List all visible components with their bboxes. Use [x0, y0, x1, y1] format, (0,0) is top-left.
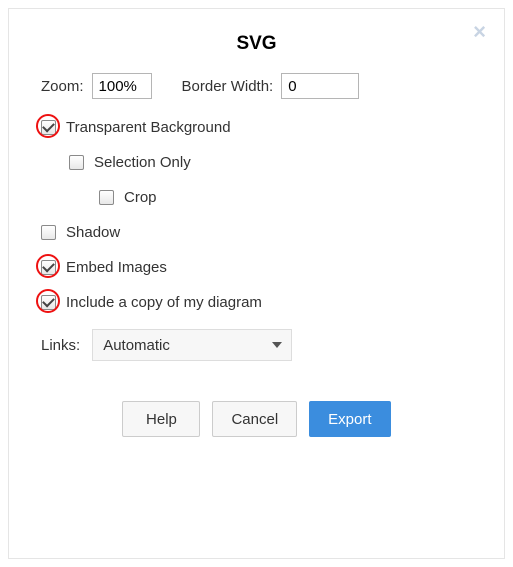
border-width-input[interactable]: [281, 73, 359, 99]
option-label: Embed Images: [66, 259, 167, 276]
checkbox-include-copy[interactable]: [41, 295, 56, 310]
border-width-label: Border Width:: [182, 78, 274, 95]
help-button[interactable]: Help: [122, 401, 200, 437]
cancel-button[interactable]: Cancel: [212, 401, 297, 437]
export-button[interactable]: Export: [309, 401, 390, 437]
option-label: Include a copy of my diagram: [66, 294, 262, 311]
dialog-buttons: Help Cancel Export: [41, 401, 472, 437]
links-select[interactable]: Automatic: [92, 329, 292, 361]
option-label: Selection Only: [94, 154, 191, 171]
option-shadow[interactable]: Shadow: [41, 224, 472, 241]
links-row: Links: Automatic: [41, 329, 472, 361]
top-fields-row: Zoom: Border Width:: [41, 73, 472, 99]
option-label: Shadow: [66, 224, 120, 241]
checkbox-selection-only[interactable]: [69, 155, 84, 170]
close-icon[interactable]: ×: [473, 21, 486, 43]
option-label: Crop: [124, 189, 157, 206]
checkbox-transparent[interactable]: [41, 120, 56, 135]
dialog-title: SVG: [41, 33, 472, 55]
option-label: Transparent Background: [66, 119, 231, 136]
checkbox-shadow[interactable]: [41, 225, 56, 240]
links-label: Links:: [41, 337, 80, 354]
links-select-wrap: Automatic: [92, 329, 292, 361]
option-include-copy[interactable]: Include a copy of my diagram: [41, 294, 472, 311]
checkbox-crop[interactable]: [99, 190, 114, 205]
checkbox-embed-images[interactable]: [41, 260, 56, 275]
option-selection-only[interactable]: Selection Only: [69, 154, 472, 171]
zoom-label: Zoom:: [41, 78, 84, 95]
zoom-input[interactable]: [92, 73, 152, 99]
option-embed-images[interactable]: Embed Images: [41, 259, 472, 276]
export-svg-dialog: × SVG Zoom: Border Width: Transparent Ba…: [8, 8, 505, 559]
option-transparent-background[interactable]: Transparent Background: [41, 119, 472, 136]
option-crop[interactable]: Crop: [99, 189, 472, 206]
